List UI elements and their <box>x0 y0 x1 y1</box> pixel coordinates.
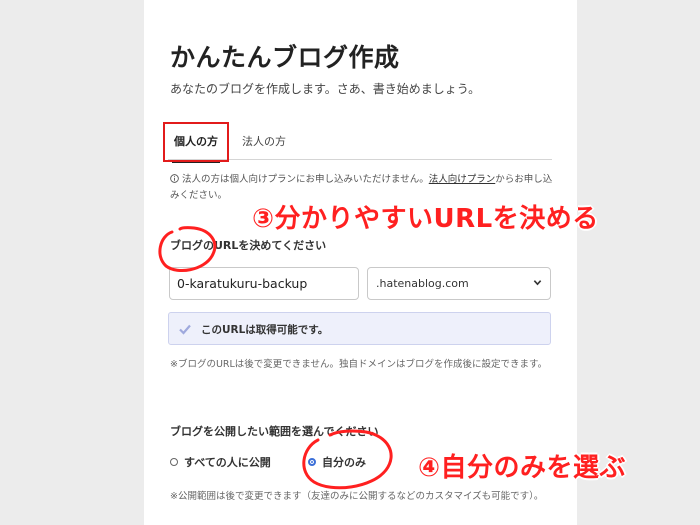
radio-self-only[interactable]: 自分のみ <box>308 454 366 470</box>
annotation-step4: ④自分のみを選ぶ <box>418 453 627 483</box>
tab-highlight-box <box>163 122 229 162</box>
check-icon <box>179 324 191 335</box>
radio-circle[interactable] <box>170 458 178 466</box>
radio-self-only-label: 自分のみ <box>322 456 366 469</box>
url-hint: ※ブログのURLは後で変更できません。独自ドメインはブログを作成後に設定できます… <box>170 359 548 370</box>
availability-text: このURLは取得可能です。 <box>201 324 329 336</box>
radio-public-all[interactable]: すべての人に公開 <box>170 454 271 470</box>
corporate-plan-link[interactable]: 法人向けプラン <box>429 174 496 185</box>
availability-status: このURLは取得可能です。 <box>168 312 551 345</box>
scope-label: ブログを公開したい範囲を選んでください <box>170 425 379 438</box>
tab-corporate[interactable]: 法人の方 <box>242 133 286 149</box>
domain-select[interactable]: .hatenablog.com <box>367 267 551 300</box>
page-title: かんたんブログ作成 <box>170 43 400 72</box>
radio-circle-selected[interactable] <box>308 458 316 466</box>
annotation-step3: ③分かりやすいURLを決める <box>252 204 599 234</box>
chevron-down-icon <box>533 280 542 286</box>
url-label: ブログのURLを決めてください <box>170 239 327 252</box>
radio-public-all-label: すべての人に公開 <box>184 456 271 469</box>
notice-text-before: 法人の方は個人向けプランにお申し込みいただけません。 <box>182 174 429 185</box>
scope-hint: ※公開範囲は後で変更できます（友達のみに公開するなどのカスタマイズも可能です）。 <box>170 491 544 502</box>
domain-selected-value: .hatenablog.com <box>376 277 469 290</box>
subdomain-input[interactable] <box>169 267 359 300</box>
page-subtitle: あなたのブログを作成します。さあ、書き始めましょう。 <box>170 82 481 96</box>
info-icon <box>170 174 179 183</box>
